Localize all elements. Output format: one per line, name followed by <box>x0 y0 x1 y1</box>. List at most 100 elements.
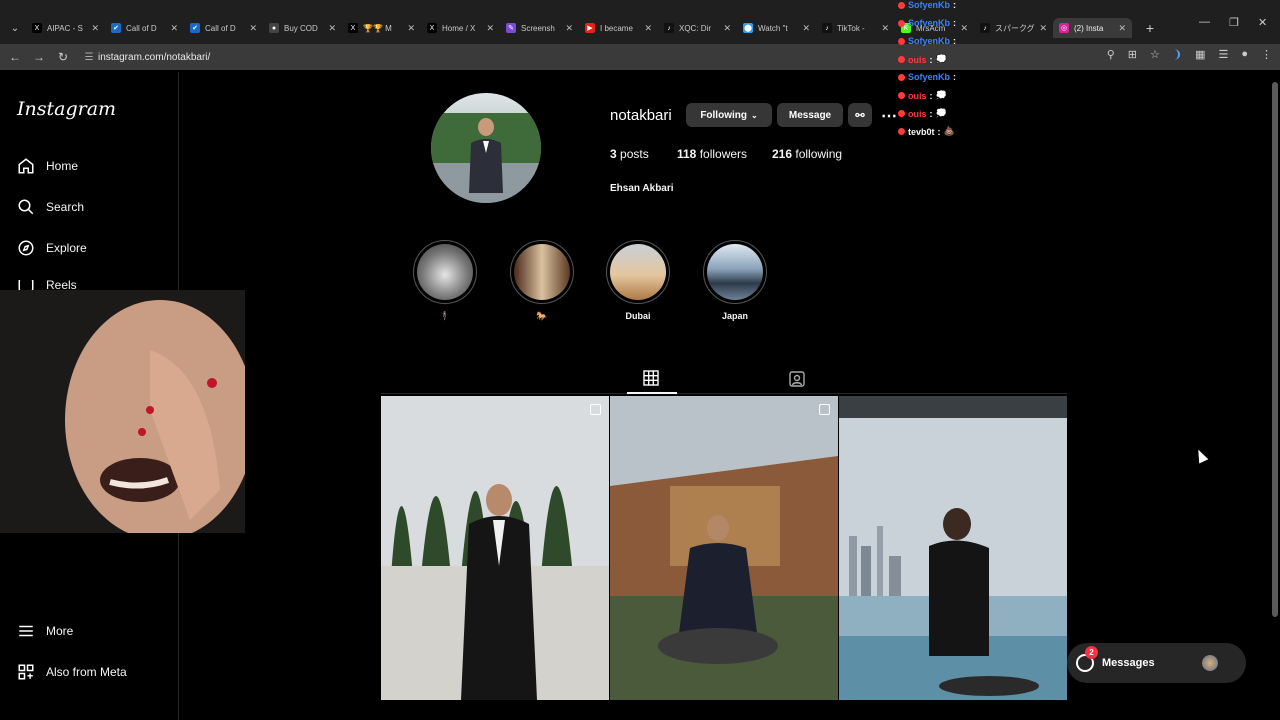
profile-avatar[interactable] <box>431 93 541 203</box>
x-logo-icon: X <box>348 23 358 33</box>
tab-title: (2) Insta <box>1074 23 1104 33</box>
tab-tagged[interactable] <box>789 371 805 392</box>
minimize-icon[interactable]: — <box>1199 16 1210 28</box>
nav-more[interactable]: More <box>17 622 73 640</box>
browser-tab[interactable]: X 🏆🏆 M ✕ <box>342 18 421 38</box>
tab-close-icon[interactable]: ✕ <box>170 23 178 34</box>
tab-close-icon[interactable]: ✕ <box>91 23 99 34</box>
browser-tab[interactable]: ◎ (2) Insta ✕ <box>1053 18 1132 38</box>
suggested-users-button[interactable]: ⚯ <box>848 103 872 127</box>
tiktok-icon: ♪ <box>664 23 674 33</box>
media-controls-icon[interactable]: ☰ <box>1218 48 1228 61</box>
highlight-3[interactable] <box>606 240 670 304</box>
highlight-1[interactable] <box>413 240 477 304</box>
extensions-puzzle-icon[interactable]: ▦ <box>1195 48 1205 61</box>
youtube-icon: ▶ <box>585 23 595 33</box>
tab-title: Call of D <box>205 23 236 33</box>
unread-badge: 2 <box>1085 646 1098 659</box>
tab-close-icon[interactable]: ✕ <box>328 23 336 34</box>
following-button[interactable]: Following ⌄ <box>686 103 772 127</box>
tab-close-icon[interactable]: ✕ <box>802 23 810 34</box>
restore-icon[interactable]: ❐ <box>1229 16 1239 29</box>
browser-tab[interactable]: ● Buy COD ✕ <box>263 18 342 38</box>
nav-search[interactable]: Search <box>17 198 84 216</box>
posts-number: 3 <box>610 147 617 161</box>
post-3-photo <box>839 396 1067 700</box>
tab-close-icon[interactable]: ✕ <box>1118 23 1126 34</box>
browser-tab[interactable]: ♪ TikTok - ✕ <box>816 18 895 38</box>
install-icon[interactable]: ⊞ <box>1128 48 1137 61</box>
highlight-2[interactable] <box>510 240 574 304</box>
chat-message: SofyenKb: <box>898 36 959 46</box>
browser-tab[interactable]: ✔ Call of D ✕ <box>184 18 263 38</box>
url-text: instagram.com/notakbari/ <box>98 51 211 63</box>
tab-close-icon[interactable]: ✕ <box>644 23 652 34</box>
nav-home[interactable]: Home <box>17 157 78 175</box>
tab-close-icon[interactable]: ✕ <box>960 23 968 34</box>
instagram-logo[interactable]: Instagram <box>17 98 116 120</box>
browser-tab[interactable]: ♪ XQC: Dir ✕ <box>658 18 737 38</box>
chat-text: 💭 <box>935 54 947 64</box>
highlight-4[interactable] <box>703 240 767 304</box>
browser-tab[interactable]: ✔ Call of D ✕ <box>105 18 184 38</box>
tab-close-icon[interactable]: ✕ <box>565 23 573 34</box>
post-3[interactable] <box>839 396 1067 700</box>
chat-message: tevb0t: 💩 <box>898 126 955 137</box>
tab-title: スパークグ <box>995 23 1035 33</box>
tab-close-icon[interactable]: ✕ <box>407 23 415 34</box>
browser-tab[interactable]: X Home / X ✕ <box>421 18 500 38</box>
reload-icon[interactable]: ↻ <box>51 50 75 64</box>
browser-tab[interactable]: ✎ Screensh ✕ <box>500 18 579 38</box>
followers-link[interactable]: 118 followers <box>677 147 747 161</box>
search-icon <box>18 199 34 215</box>
bookmark-star-icon[interactable]: ☆ <box>1150 48 1160 61</box>
tab-close-icon[interactable]: ✕ <box>1039 23 1047 34</box>
nav-reels[interactable]: Reels <box>17 280 77 290</box>
chat-username: SofyenKb <box>908 18 951 28</box>
address-bar[interactable]: ☰ instagram.com/notakbari/ <box>80 47 1140 67</box>
browser-tab[interactable]: ♪ スパークグ ✕ <box>974 18 1053 38</box>
zoom-icon[interactable]: ⚲ <box>1107 48 1115 61</box>
add-person-icon: ⚯ <box>855 109 865 122</box>
tab-close-icon[interactable]: ✕ <box>486 23 494 34</box>
nav-also-from-meta[interactable]: Also from Meta <box>17 663 127 681</box>
nav-explore[interactable]: Explore <box>17 239 87 257</box>
nav-explore-label: Explore <box>46 241 87 255</box>
close-window-icon[interactable]: ✕ <box>1258 16 1267 29</box>
chat-colon: : <box>953 36 957 46</box>
forward-icon[interactable]: → <box>27 50 51 64</box>
chat-username: ouis <box>908 90 927 101</box>
message-button[interactable]: Message <box>777 103 843 127</box>
meta-icon <box>18 664 34 680</box>
tagged-icon <box>789 371 805 387</box>
tab-posts[interactable] <box>643 370 659 391</box>
nav-search-label: Search <box>46 200 85 214</box>
chat-username: SofyenKb <box>908 0 951 10</box>
more-options-icon[interactable]: ⋯ <box>881 106 897 126</box>
webcam-overlay <box>0 290 245 533</box>
tab-title: Home / X <box>442 23 476 33</box>
browser-tab[interactable]: X AIPAC - S ✕ <box>26 18 105 38</box>
extension-icon[interactable]: ❩ <box>1173 48 1182 61</box>
post-1[interactable] <box>381 396 609 700</box>
tab-title: I became <box>600 23 633 33</box>
back-icon[interactable]: ← <box>3 50 27 64</box>
post-2[interactable] <box>610 396 838 700</box>
site-info-icon[interactable]: ☰ <box>80 52 98 63</box>
tab-title: AIPAC - S <box>47 23 83 33</box>
tab-close-icon[interactable]: ✕ <box>881 23 889 34</box>
browser-tab[interactable]: ▶ I became ✕ <box>579 18 658 38</box>
browser-menu-icon[interactable]: ⋮ <box>1261 48 1272 61</box>
tab-search-dropdown-icon[interactable]: ⌄ <box>4 18 26 38</box>
following-link[interactable]: 216 following <box>772 147 842 161</box>
tab-close-icon[interactable]: ✕ <box>723 23 731 34</box>
messages-avatar <box>1202 655 1218 671</box>
chat-badge-icon <box>898 1 905 9</box>
browser-tab[interactable]: ⬤ Watch "t ✕ <box>737 18 816 38</box>
chat-message: ouis: 💭 <box>898 90 947 101</box>
messages-bar[interactable]: 2 Messages <box>1067 643 1246 683</box>
tab-close-icon[interactable]: ✕ <box>249 23 257 34</box>
page-scrollbar[interactable] <box>1272 82 1278 617</box>
new-tab-button[interactable]: + <box>1140 18 1160 38</box>
profile-avatar-icon[interactable]: ● <box>1241 48 1248 61</box>
